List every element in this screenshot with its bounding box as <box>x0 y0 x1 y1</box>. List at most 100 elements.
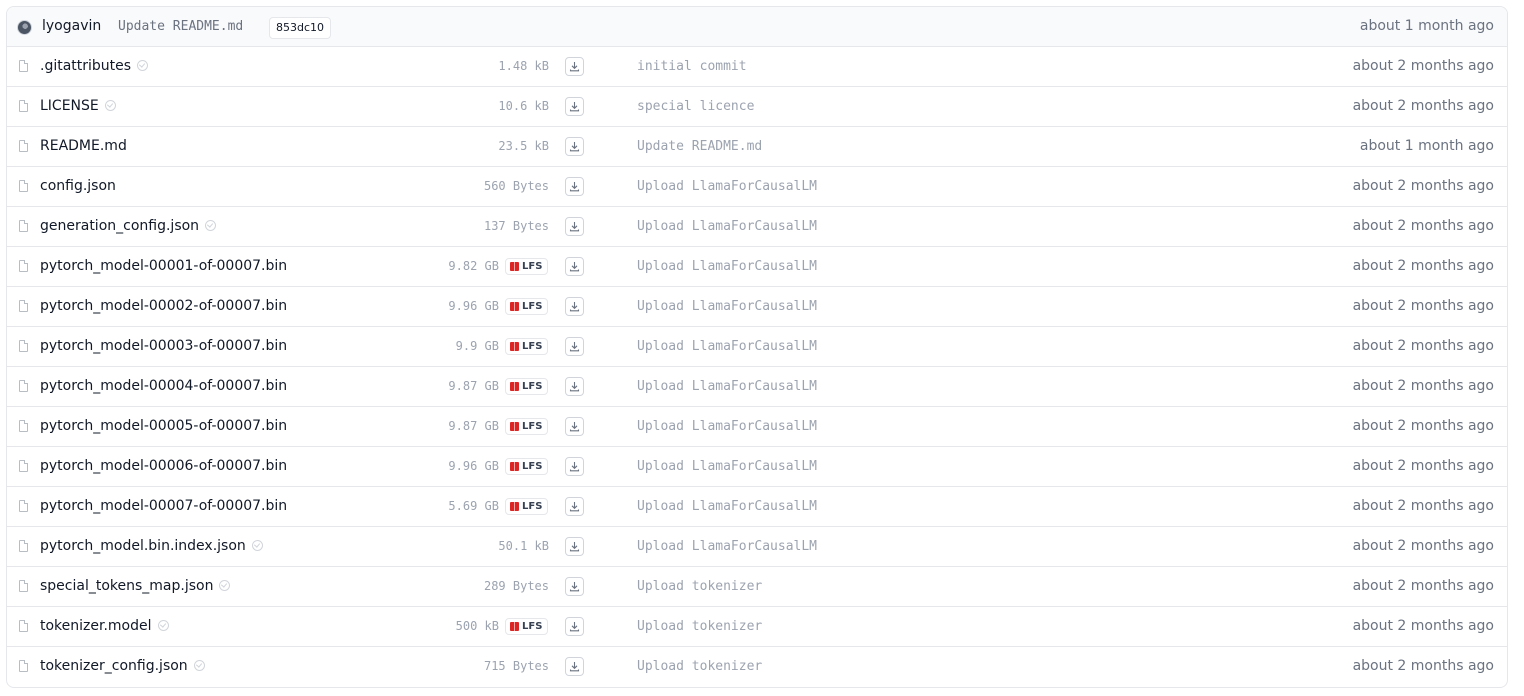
download-button[interactable] <box>565 137 584 156</box>
file-row: pytorch_model-00003-of-00007.bin 9.9 GB LF… <box>7 327 1507 367</box>
safe-check-icon[interactable] <box>205 219 217 231</box>
file-commit-time: about 1 month ago <box>1359 138 1494 154</box>
safe-check-icon[interactable] <box>104 99 116 111</box>
file-commit-message[interactable]: special licence <box>637 99 754 114</box>
file-row: tokenizer_config.json 715 Bytes Upload tok… <box>7 647 1507 687</box>
file-name-link[interactable]: README.md <box>40 138 127 154</box>
lfs-badge[interactable]: LFS <box>505 458 548 475</box>
file-commit-message[interactable]: Upload tokenizer <box>637 659 762 674</box>
file-commit-message[interactable]: Upload LlamaForCausalLM <box>637 539 817 554</box>
download-icon <box>569 102 580 112</box>
file-name-link[interactable]: pytorch_model-00001-of-00007.bin <box>40 258 287 274</box>
file-name-link[interactable]: generation_config.json <box>40 218 217 234</box>
last-commit-header: lyogavin Update README.md 853dc10 about … <box>7 7 1507 47</box>
file-commit-message[interactable]: Upload LlamaForCausalLM <box>637 219 817 234</box>
download-button[interactable] <box>565 297 584 316</box>
file-row: README.md 23.5 kB Update README.md about 1 … <box>7 127 1507 167</box>
file-size: 9.96 GB <box>448 299 499 313</box>
file-row: special_tokens_map.json 289 Bytes Upload t… <box>7 567 1507 607</box>
lfs-badge[interactable]: LFS <box>505 498 548 515</box>
file-name-link[interactable]: special_tokens_map.json <box>40 578 231 594</box>
safe-check-icon[interactable] <box>193 659 205 671</box>
file-commit-message[interactable]: Upload LlamaForCausalLM <box>637 299 817 314</box>
file-commit-message[interactable]: Upload tokenizer <box>637 579 762 594</box>
file-size: 50.1 kB <box>498 539 549 553</box>
file-size: 1.48 kB <box>498 59 549 73</box>
file-commit-message[interactable]: Upload LlamaForCausalLM <box>637 459 817 474</box>
file-name-link[interactable]: pytorch_model-00003-of-00007.bin <box>40 338 287 354</box>
safe-check-icon[interactable] <box>157 619 169 631</box>
file-commit-time: about 2 months ago <box>1352 258 1494 274</box>
file-commit-message[interactable]: Upload LlamaForCausalLM <box>637 259 817 274</box>
file-size: 560 Bytes <box>483 179 549 193</box>
file-name-link[interactable]: pytorch_model-00005-of-00007.bin <box>40 418 287 434</box>
download-button[interactable] <box>565 337 584 356</box>
file-icon <box>19 500 28 512</box>
lfs-badge[interactable]: LFS <box>505 298 548 315</box>
lfs-label: LFS <box>522 261 543 272</box>
file-icon <box>19 340 28 352</box>
file-commit-message[interactable]: Upload LlamaForCausalLM <box>637 499 817 514</box>
file-name-link[interactable]: pytorch_model-00007-of-00007.bin <box>40 498 287 514</box>
file-commit-message[interactable]: Upload tokenizer <box>637 619 762 634</box>
download-button[interactable] <box>565 457 584 476</box>
lfs-cube-icon <box>510 302 519 311</box>
commit-sha[interactable]: 853dc10 <box>269 17 332 39</box>
download-button[interactable] <box>565 657 584 676</box>
file-name-link[interactable]: config.json <box>40 178 116 194</box>
file-commit-time: about 2 months ago <box>1352 418 1494 434</box>
file-name-text: pytorch_model.bin.index.json <box>40 538 246 554</box>
file-name-link[interactable]: tokenizer_config.json <box>40 658 205 674</box>
download-button[interactable] <box>565 497 584 516</box>
file-name-link[interactable]: .gitattributes <box>40 58 149 74</box>
avatar[interactable] <box>17 20 32 35</box>
file-commit-message[interactable]: Upload LlamaForCausalLM <box>637 339 817 354</box>
download-button[interactable] <box>565 537 584 556</box>
download-button[interactable] <box>565 417 584 436</box>
safe-check-icon[interactable] <box>251 539 263 551</box>
download-button[interactable] <box>565 617 584 636</box>
file-name-link[interactable]: pytorch_model.bin.index.json <box>40 538 263 554</box>
file-name-link[interactable]: tokenizer.model <box>40 618 169 634</box>
file-name-link[interactable]: pytorch_model-00002-of-00007.bin <box>40 298 287 314</box>
lfs-badge[interactable]: LFS <box>505 258 548 275</box>
download-button[interactable] <box>565 97 584 116</box>
file-commit-message[interactable]: Upload LlamaForCausalLM <box>637 419 817 434</box>
download-button[interactable] <box>565 177 584 196</box>
file-name-text: pytorch_model-00006-of-00007.bin <box>40 458 288 474</box>
file-name-link[interactable]: LICENSE <box>40 98 116 114</box>
file-icon <box>19 260 28 272</box>
file-icon <box>19 100 28 112</box>
lfs-label: LFS <box>522 421 543 432</box>
download-icon <box>569 382 580 392</box>
commit-message[interactable]: Update README.md <box>118 19 243 34</box>
download-button[interactable] <box>565 57 584 76</box>
file-name-text: README.md <box>40 138 127 154</box>
file-commit-time: about 2 months ago <box>1352 538 1494 554</box>
download-button[interactable] <box>565 217 584 236</box>
file-name-link[interactable]: pytorch_model-00004-of-00007.bin <box>40 378 287 394</box>
lfs-cube-icon <box>510 422 519 431</box>
file-commit-message[interactable]: initial commit <box>637 59 747 74</box>
file-name-link[interactable]: pytorch_model-00006-of-00007.bin <box>40 458 287 474</box>
file-commit-message[interactable]: Upload LlamaForCausalLM <box>637 379 817 394</box>
download-button[interactable] <box>565 577 584 596</box>
download-icon <box>569 62 580 72</box>
lfs-badge[interactable]: LFS <box>505 378 548 395</box>
download-button[interactable] <box>565 257 584 276</box>
file-icon <box>19 660 28 672</box>
file-icon <box>19 580 28 592</box>
file-size: 9.87 GB <box>448 379 499 393</box>
file-commit-message[interactable]: Update README.md <box>637 139 762 154</box>
file-commit-time: about 2 months ago <box>1352 658 1494 674</box>
lfs-label: LFS <box>522 621 543 632</box>
download-button[interactable] <box>565 377 584 396</box>
safe-check-icon[interactable] <box>137 59 149 71</box>
commit-author[interactable]: lyogavin <box>42 18 101 34</box>
lfs-badge[interactable]: LFS <box>505 618 548 635</box>
lfs-badge[interactable]: LFS <box>505 418 548 435</box>
file-commit-time: about 2 months ago <box>1352 618 1494 634</box>
lfs-badge[interactable]: LFS <box>505 338 548 355</box>
safe-check-icon[interactable] <box>219 579 231 591</box>
file-commit-message[interactable]: Upload LlamaForCausalLM <box>637 179 817 194</box>
